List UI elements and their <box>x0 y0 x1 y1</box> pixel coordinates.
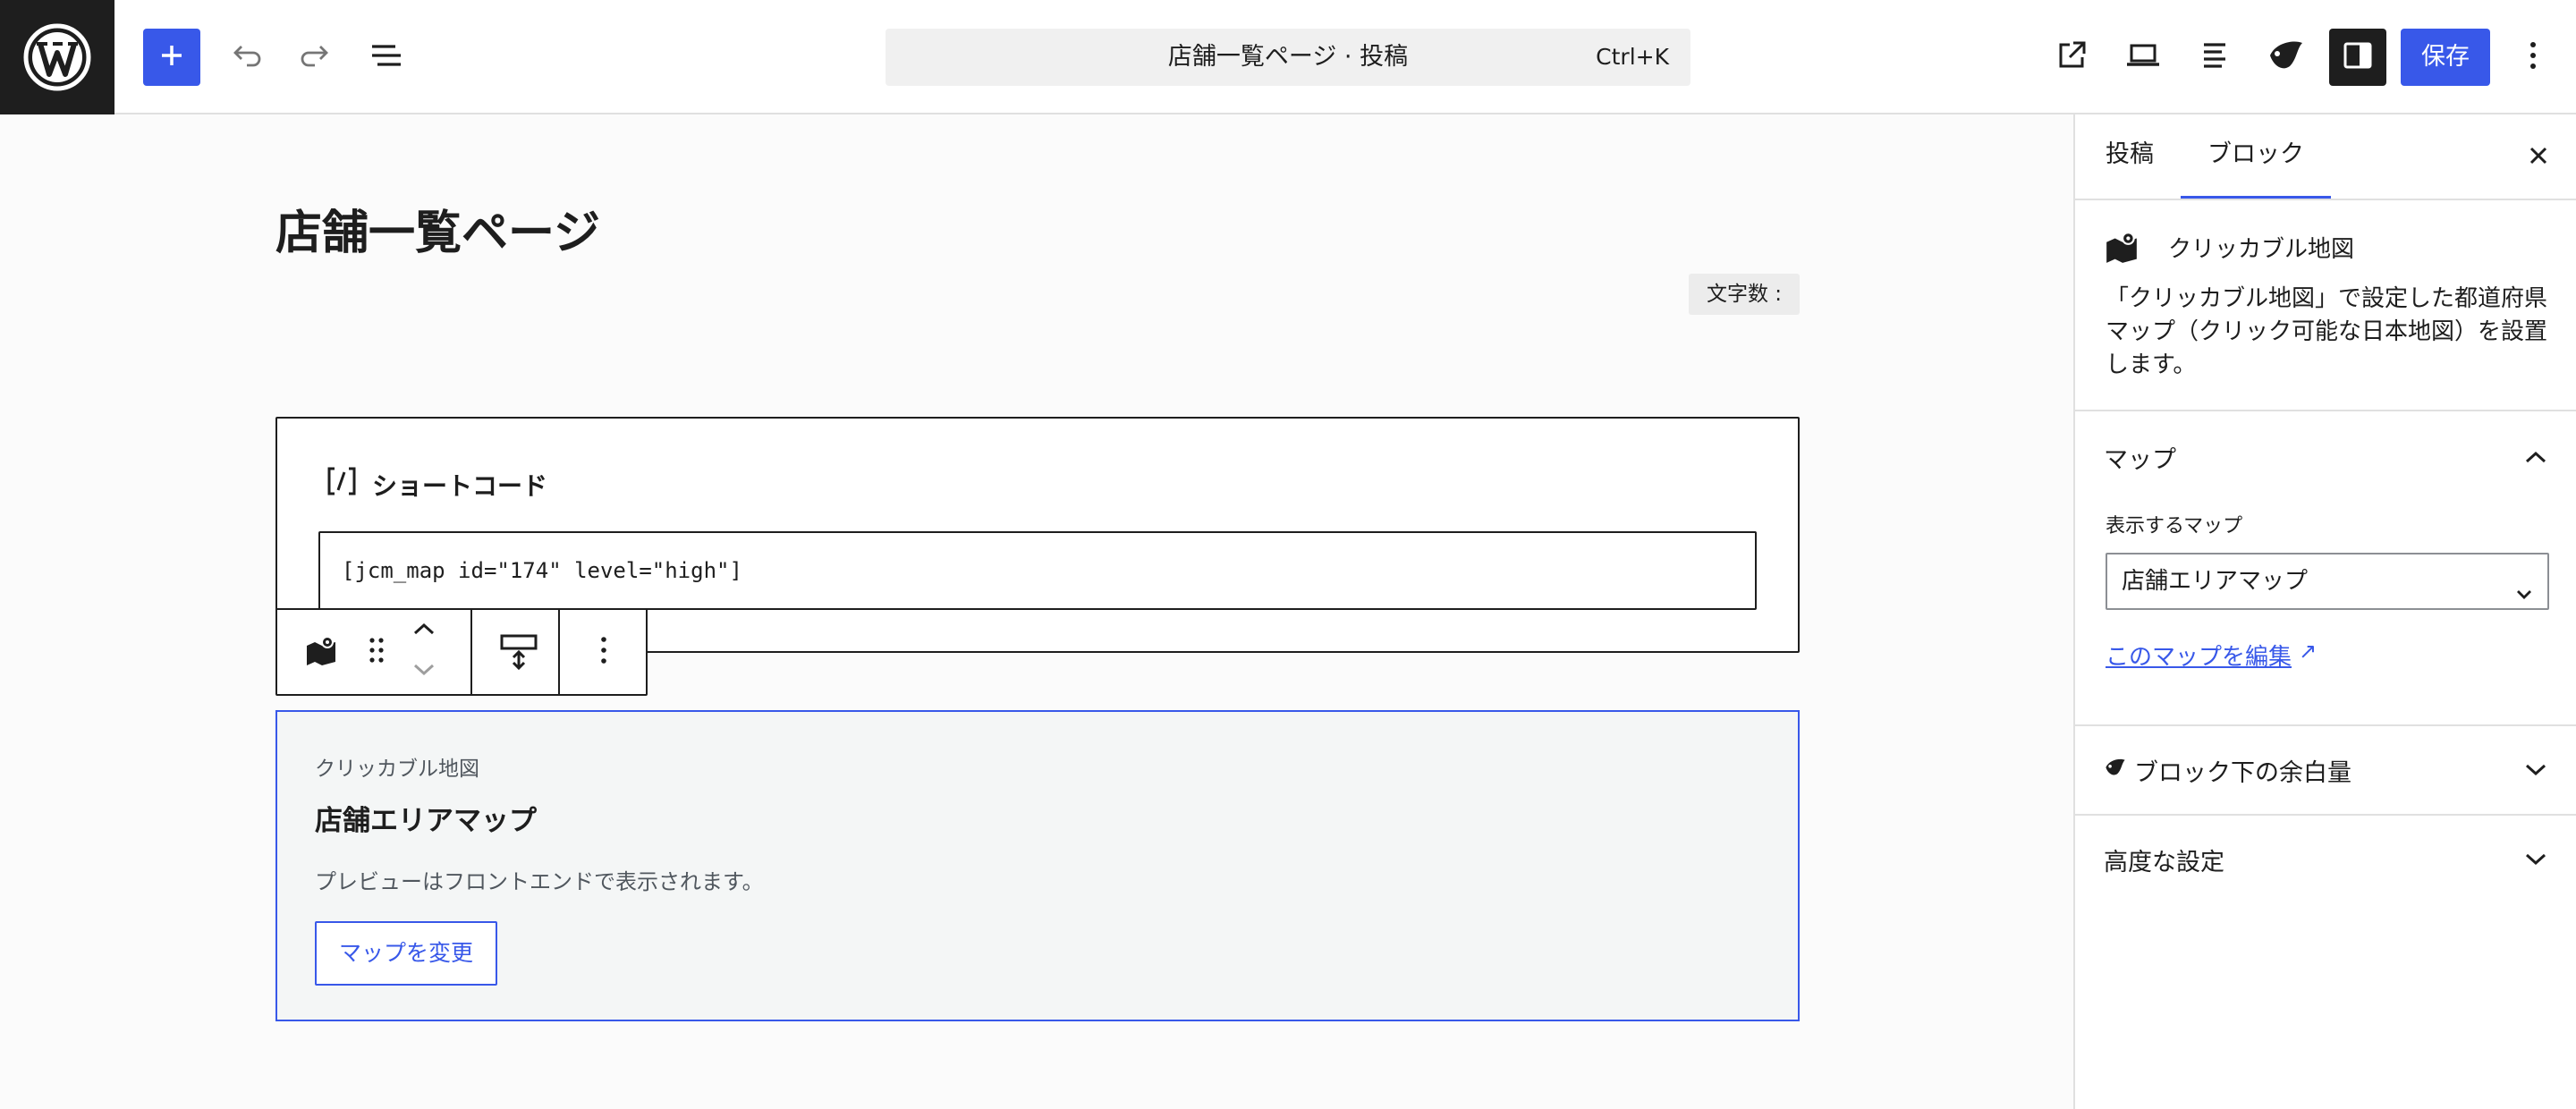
sidebar-toggle-icon <box>2342 39 2374 75</box>
map-block-preview-note: プレビューはフロントエンドで表示されます。 <box>315 869 764 894</box>
chevron-down-icon <box>2513 571 2535 624</box>
panel-spacing-title: ブロック下の余白量 <box>2134 758 2351 787</box>
block-card: クリッカブル地図 「クリッカブル地図」で設定した都道府県マップ（クリック可能な日… <box>2075 200 2576 411</box>
shortcode-block-label: ショートコード <box>372 470 548 501</box>
panel-map-toggle[interactable]: マップ <box>2075 413 2576 501</box>
tab-post[interactable]: 投稿 <box>2106 114 2154 199</box>
map-select-value: 店舗エリアマップ <box>2122 568 2309 595</box>
block-toolbar <box>275 608 648 696</box>
chevron-down-icon <box>2524 757 2547 784</box>
move-up-icon <box>411 622 436 639</box>
block-description: 「クリッカブル地図」で設定した都道府県マップ（クリック可能な日本地図）を設置しま… <box>2106 285 2548 378</box>
command-palette-button[interactable]: 店舗一覧ページ · 投稿 Ctrl+K <box>886 29 1690 86</box>
spacing-button[interactable] <box>479 610 558 694</box>
undo-icon <box>229 38 265 77</box>
map-icon <box>304 633 338 671</box>
map-block-title: 店舗エリアマップ <box>315 805 537 837</box>
spacing-icon <box>497 629 540 675</box>
redo-button[interactable] <box>293 36 336 79</box>
document-title: 店舗一覧ページ · 投稿 <box>1167 43 1409 71</box>
chevron-up-icon <box>2524 444 2547 471</box>
toolbar-divider <box>470 610 472 694</box>
align-tool-button[interactable] <box>2193 36 2236 79</box>
settings-sidebar: 投稿 ブロック クリッカブル地図 「クリッカブル地図」で設定した都道府県マップ（… <box>2073 114 2576 1109</box>
map-icon <box>2104 229 2140 268</box>
map-block-label: クリッカブル地図 <box>315 758 479 781</box>
redo-icon <box>297 38 333 77</box>
external-link-icon: ↗ <box>2299 639 2318 664</box>
tab-block[interactable]: ブロック <box>2181 114 2331 199</box>
wordpress-logo-icon[interactable] <box>0 0 114 114</box>
style-icon <box>2104 756 2127 785</box>
chevron-down-icon <box>2524 846 2547 874</box>
panel-spacing-heading: ブロック下の余白量 <box>2104 753 2351 788</box>
map-select[interactable]: 店舗エリアマップ <box>2106 553 2549 610</box>
move-down-button[interactable] <box>406 651 442 692</box>
close-sidebar-button[interactable] <box>2521 140 2556 175</box>
shortcode-input[interactable]: [jcm_map id="174" level="high"] <box>318 531 1757 610</box>
close-icon <box>2527 144 2550 171</box>
block-name: クリッカブル地図 <box>2168 236 2355 263</box>
block-options-button[interactable] <box>572 610 635 694</box>
options-menu-button[interactable] <box>2512 36 2555 79</box>
save-button[interactable]: 保存 <box>2401 29 2490 86</box>
change-map-button[interactable]: マップを変更 <box>315 921 497 986</box>
edit-map-link[interactable]: このマップを編集 <box>2106 639 2292 672</box>
panel-advanced-title: 高度な設定 <box>2104 848 2224 876</box>
plus-icon <box>158 42 185 72</box>
clickable-map-block[interactable]: クリッカブル地図 店舗エリアマップ プレビューはフロントエンドで表示されます。 … <box>275 710 1800 1021</box>
char-count-badge: 文字数 : <box>1689 274 1800 315</box>
view-post-button[interactable] <box>2050 36 2093 79</box>
shortcode-icon <box>324 465 360 504</box>
external-link-icon <box>2054 38 2089 77</box>
shortcode-block-header: ショートコード <box>324 465 547 504</box>
align-icon <box>2197 38 2233 77</box>
panel-spacing-toggle[interactable]: ブロック下の余白量 <box>2075 726 2576 814</box>
move-down-icon <box>411 663 436 681</box>
document-overview-button[interactable] <box>365 36 408 79</box>
style-icon <box>2267 36 2306 79</box>
preview-device-button[interactable] <box>2122 36 2165 79</box>
map-select-label: 表示するマップ <box>2106 515 2243 538</box>
drag-handle-icon <box>368 635 386 669</box>
editor-header: 店舗一覧ページ · 投稿 Ctrl+K 保存 <box>0 0 2576 114</box>
settings-sidebar-toggle[interactable] <box>2329 29 2386 86</box>
panel-advanced-toggle[interactable]: 高度な設定 <box>2075 816 2576 903</box>
block-inserter-button[interactable] <box>143 29 200 86</box>
drag-handle[interactable] <box>361 610 392 694</box>
sidebar-tabs: 投稿 ブロック <box>2075 114 2576 200</box>
more-vertical-icon <box>599 634 608 670</box>
more-vertical-icon <box>2528 38 2538 76</box>
laptop-preview-icon <box>2124 37 2162 78</box>
command-shortcut: Ctrl+K <box>1596 44 1669 70</box>
style-button[interactable] <box>2265 36 2308 79</box>
list-view-icon <box>369 38 404 77</box>
post-title[interactable]: 店舗一覧ページ <box>275 195 600 262</box>
move-up-button[interactable] <box>406 610 442 651</box>
toolbar-divider <box>558 610 560 694</box>
block-type-button[interactable] <box>299 610 343 694</box>
panel-map-title: マップ <box>2104 445 2176 474</box>
undo-button[interactable] <box>225 36 268 79</box>
